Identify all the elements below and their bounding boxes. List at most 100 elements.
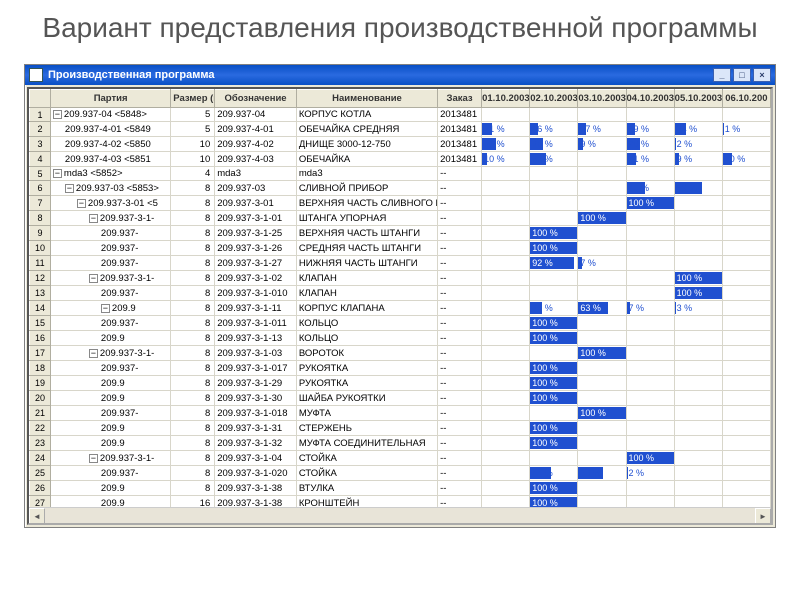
- cell-party[interactable]: −209.9: [50, 301, 170, 316]
- scroll-left-button[interactable]: ◄: [29, 508, 45, 524]
- table-row[interactable]: 9209.937-8209.937-3-1-25ВЕРХНЯЯ ЧАСТЬ ШТ…: [30, 226, 771, 241]
- cell-party[interactable]: −mda3 <5852>: [50, 167, 170, 181]
- table-row[interactable]: 4209.937-4-03 <585110209.937-4-03ОБЕЧАЙК…: [30, 152, 771, 167]
- cell-party[interactable]: 209.9: [50, 421, 170, 436]
- table-row[interactable]: 17−209.937-3-1-8209.937-3-1-03ВОРОТОК--1…: [30, 346, 771, 361]
- close-button[interactable]: ×: [753, 68, 771, 82]
- tree-toggle-icon[interactable]: −: [89, 349, 98, 358]
- col-order[interactable]: Заказ: [438, 90, 482, 108]
- col-name[interactable]: Наименование: [296, 90, 437, 108]
- table-row[interactable]: 3209.937-4-02 <585010209.937-4-02ДНИЩЕ 3…: [30, 137, 771, 152]
- scroll-track[interactable]: [45, 508, 755, 523]
- cell-party[interactable]: 209.9: [50, 391, 170, 406]
- table-row[interactable]: 26209.98209.937-3-1-38ВТУЛКА--100 %: [30, 481, 771, 496]
- table-row[interactable]: 18209.937-8209.937-3-1-017РУКОЯТКА--100 …: [30, 361, 771, 376]
- table-row[interactable]: 24−209.937-3-1-8209.937-3-1-04СТОЙКА--10…: [30, 451, 771, 466]
- row-number[interactable]: 4: [30, 152, 51, 167]
- row-number[interactable]: 1: [30, 108, 51, 122]
- row-number[interactable]: 13: [30, 286, 51, 301]
- table-row[interactable]: 1−209.937-04 <5848>5209.937-04КОРПУС КОТ…: [30, 108, 771, 122]
- cell-party[interactable]: 209.937-: [50, 241, 170, 256]
- row-number[interactable]: 2: [30, 122, 51, 137]
- cell-party[interactable]: 209.937-: [50, 226, 170, 241]
- minimize-button[interactable]: _: [713, 68, 731, 82]
- row-number[interactable]: 18: [30, 361, 51, 376]
- tree-toggle-icon[interactable]: −: [65, 184, 74, 193]
- table-row[interactable]: 2209.937-4-01 <58495209.937-4-01ОБЕЧАЙКА…: [30, 122, 771, 137]
- row-number[interactable]: 26: [30, 481, 51, 496]
- table-row[interactable]: 11209.937-8209.937-3-1-27НИЖНЯЯ ЧАСТЬ ШТ…: [30, 256, 771, 271]
- table-row[interactable]: 5−mda3 <5852>4mda3mda3--: [30, 167, 771, 181]
- row-number[interactable]: 19: [30, 376, 51, 391]
- table-row[interactable]: 6−209.937-03 <5853>8209.937-03СЛИВНОЙ ПР…: [30, 181, 771, 196]
- row-number[interactable]: 21: [30, 406, 51, 421]
- scroll-right-button[interactable]: ►: [755, 508, 771, 524]
- row-number[interactable]: 25: [30, 466, 51, 481]
- tree-toggle-icon[interactable]: −: [53, 110, 62, 119]
- tree-toggle-icon[interactable]: −: [101, 304, 110, 313]
- row-number[interactable]: 15: [30, 316, 51, 331]
- row-number[interactable]: 8: [30, 211, 51, 226]
- horizontal-scrollbar[interactable]: ◄ ►: [29, 507, 771, 523]
- col-party[interactable]: Партия: [50, 90, 170, 108]
- table-row[interactable]: 10209.937-8209.937-3-1-26СРЕДНЯЯ ЧАСТЬ Ш…: [30, 241, 771, 256]
- table-row[interactable]: 21209.937-8209.937-3-1-018МУФТА--100 %: [30, 406, 771, 421]
- cell-party[interactable]: 209.9: [50, 436, 170, 451]
- row-number[interactable]: 23: [30, 436, 51, 451]
- tree-toggle-icon[interactable]: −: [89, 274, 98, 283]
- cell-party[interactable]: 209.937-4-03 <5851: [50, 152, 170, 167]
- tree-toggle-icon[interactable]: −: [77, 199, 86, 208]
- table-row[interactable]: 13209.937-8209.937-3-1-010КЛАПАН--100 %: [30, 286, 771, 301]
- cell-party[interactable]: −209.937-03 <5853>: [50, 181, 170, 196]
- row-number[interactable]: 9: [30, 226, 51, 241]
- cell-party[interactable]: 209.9: [50, 481, 170, 496]
- col-design[interactable]: Обозначение: [215, 90, 297, 108]
- table-row[interactable]: 15209.937-8209.937-3-1-011КОЛЬЦО--100 %: [30, 316, 771, 331]
- col-d6[interactable]: 06.10.200: [722, 90, 770, 108]
- row-number[interactable]: 7: [30, 196, 51, 211]
- table-row[interactable]: 7−209.937-3-01 <58209.937-3-01ВЕРХНЯЯ ЧА…: [30, 196, 771, 211]
- table-row[interactable]: 22209.98209.937-3-1-31СТЕРЖЕНЬ--100 %: [30, 421, 771, 436]
- table-row[interactable]: 19209.98209.937-3-1-29РУКОЯТКА--100 %: [30, 376, 771, 391]
- row-number[interactable]: 17: [30, 346, 51, 361]
- row-number[interactable]: 24: [30, 451, 51, 466]
- row-number[interactable]: 6: [30, 181, 51, 196]
- cell-party[interactable]: −209.937-3-1-: [50, 211, 170, 226]
- cell-party[interactable]: −209.937-3-1-: [50, 346, 170, 361]
- data-grid[interactable]: Партия Размер (шт.) Обозначение Наименов…: [27, 87, 773, 525]
- table-row[interactable]: 25209.937-8209.937-3-1-020СТОЙКА--44 %53…: [30, 466, 771, 481]
- table-row[interactable]: 14−209.98209.937-3-1-11КОРПУС КЛАПАНА--2…: [30, 301, 771, 316]
- table-row[interactable]: 20209.98209.937-3-1-30ШАЙБА РУКОЯТКИ--10…: [30, 391, 771, 406]
- cell-party[interactable]: 209.9: [50, 376, 170, 391]
- cell-party[interactable]: 209.937-4-01 <5849: [50, 122, 170, 137]
- cell-party[interactable]: −209.937-04 <5848>: [50, 108, 170, 122]
- tree-toggle-icon[interactable]: −: [89, 454, 98, 463]
- col-d2[interactable]: 02.10.2003: [530, 90, 578, 108]
- col-d1[interactable]: 01.10.2003: [482, 90, 530, 108]
- table-row[interactable]: 23209.98209.937-3-1-32МУФТА СОЕДИНИТЕЛЬН…: [30, 436, 771, 451]
- tree-toggle-icon[interactable]: −: [53, 169, 62, 178]
- row-number[interactable]: 5: [30, 167, 51, 181]
- row-number[interactable]: 11: [30, 256, 51, 271]
- tree-toggle-icon[interactable]: −: [89, 214, 98, 223]
- cell-party[interactable]: −209.937-3-1-: [50, 271, 170, 286]
- row-number[interactable]: 16: [30, 331, 51, 346]
- col-size[interactable]: Размер (шт.): [171, 90, 215, 108]
- row-number[interactable]: 3: [30, 137, 51, 152]
- row-number[interactable]: 14: [30, 301, 51, 316]
- row-number[interactable]: 20: [30, 391, 51, 406]
- maximize-button[interactable]: □: [733, 68, 751, 82]
- col-d3[interactable]: 03.10.2003: [578, 90, 626, 108]
- row-number[interactable]: 22: [30, 421, 51, 436]
- table-row[interactable]: 16209.98209.937-3-1-13КОЛЬЦО--100 %: [30, 331, 771, 346]
- cell-party[interactable]: 209.937-: [50, 286, 170, 301]
- cell-party[interactable]: −209.937-3-01 <5: [50, 196, 170, 211]
- table-row[interactable]: 8−209.937-3-1-8209.937-3-1-01ШТАНГА УПОР…: [30, 211, 771, 226]
- cell-party[interactable]: 209.9: [50, 331, 170, 346]
- col-d4[interactable]: 04.10.2003: [626, 90, 674, 108]
- cell-party[interactable]: 209.937-: [50, 466, 170, 481]
- cell-party[interactable]: 209.937-: [50, 256, 170, 271]
- titlebar[interactable]: Производственная программа _ □ ×: [25, 65, 775, 85]
- table-row[interactable]: 12−209.937-3-1-8209.937-3-1-02КЛАПАН--10…: [30, 271, 771, 286]
- row-number[interactable]: 10: [30, 241, 51, 256]
